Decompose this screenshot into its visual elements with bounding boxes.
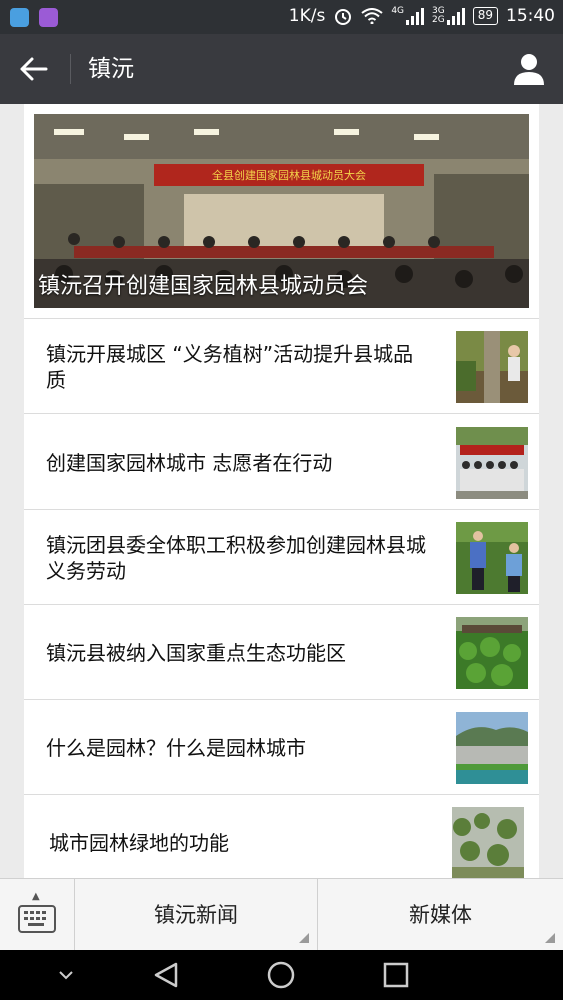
list-item[interactable]: 什么是园林？什么是园林城市	[24, 700, 539, 795]
keyboard-toggle-button[interactable]: ▲	[0, 879, 75, 951]
hero-article[interactable]: 全县创建国家园林县城动员大会 镇沅召开创建国家园林县城动员会	[34, 114, 529, 308]
list-item[interactable]: 创建国家园林城市 志愿者在行动	[24, 415, 539, 510]
article-title: 镇沅开展城区 “义务植树”活动提升县城品质	[46, 342, 414, 392]
clock: 15:40	[506, 6, 555, 26]
article-title: 镇沅县被纳入国家重点生态功能区	[46, 641, 346, 665]
recents-square-icon[interactable]	[383, 962, 409, 988]
list-item[interactable]: 镇沅开展城区 “义务植树”活动提升县城品质	[24, 319, 539, 414]
hero-caption: 镇沅召开创建国家园林县城动员会	[38, 274, 369, 299]
system-nav-bar	[0, 950, 563, 1000]
home-circle-icon[interactable]	[266, 960, 296, 990]
network-type-1: 4G	[391, 6, 405, 16]
tree-planting-photo	[456, 331, 528, 403]
bottom-menu: ▲ 镇沅新闻 新媒体	[0, 878, 563, 951]
arrow-left-icon[interactable]	[18, 53, 52, 85]
title-divider	[70, 54, 71, 84]
status-bar: 1K/s 4G 3G 2G 89 15:40	[0, 0, 563, 34]
caret-up-icon: ▲	[32, 891, 40, 902]
hero-banner-text: 全县创建国家园林县城动员大会	[212, 168, 366, 182]
city-aerial-photo	[456, 712, 528, 784]
network-speed: 1K/s	[288, 6, 326, 26]
article-title: 城市园林绿地的功能	[49, 831, 229, 855]
submenu-indicator-icon	[545, 933, 555, 943]
chevron-down-icon[interactable]	[56, 968, 76, 982]
signal-icon-2	[446, 7, 465, 25]
article-title: 什么是园林？什么是园林城市	[46, 736, 306, 760]
menu-button-news[interactable]: 镇沅新闻	[75, 879, 318, 951]
article-title: 镇沅团县委全体职工积极参加创建园林县城义务劳动	[46, 533, 426, 583]
list-item[interactable]: 镇沅县被纳入国家重点生态功能区	[24, 605, 539, 700]
submenu-indicator-icon	[299, 933, 309, 943]
menu-button-new-media[interactable]: 新媒体	[318, 879, 563, 951]
greenery-photo	[452, 807, 524, 878]
signal-icon	[406, 7, 425, 25]
volunteer-labor-photo	[456, 522, 528, 594]
back-triangle-icon[interactable]	[152, 961, 180, 989]
app-notification-icon	[10, 8, 29, 27]
article-title: 创建国家园林城市 志愿者在行动	[46, 451, 333, 475]
person-icon[interactable]	[513, 52, 545, 86]
keyboard-icon	[18, 905, 56, 933]
title-bar: 镇沅	[0, 34, 563, 104]
list-item[interactable]: 镇沅团县委全体职工积极参加创建园林县城义务劳动	[24, 510, 539, 605]
battery-level: 89	[472, 7, 498, 25]
volunteers-group-photo	[456, 427, 528, 499]
menu-label: 新媒体	[409, 903, 472, 927]
alarm-icon	[335, 9, 352, 25]
page-title: 镇沅	[88, 56, 134, 82]
gallery-notification-icon	[39, 8, 58, 27]
network-type-2b: 2G	[432, 15, 445, 25]
wifi-icon	[361, 8, 383, 24]
menu-label: 镇沅新闻	[154, 903, 238, 927]
list-item[interactable]: 城市园林绿地的功能	[24, 795, 539, 878]
green-vegetation-photo	[456, 617, 528, 689]
article-list-panel: 全县创建国家园林县城动员大会 镇沅召开创建国家园林县城动员会 镇沅开展城区 “义…	[24, 104, 539, 878]
